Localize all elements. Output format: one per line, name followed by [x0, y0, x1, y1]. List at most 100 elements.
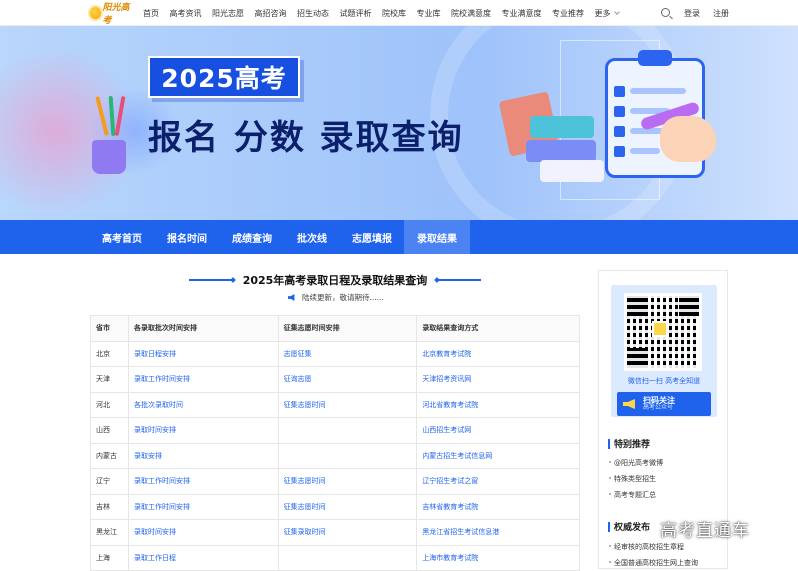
result-query-link[interactable]: 北京教育考试院: [416, 340, 580, 367]
nav-link-volunteer[interactable]: 阳光志愿: [212, 8, 244, 19]
search-icon[interactable]: [661, 8, 670, 17]
menu-item-volunteer-filling[interactable]: 志愿填报: [340, 220, 404, 254]
table-row: 上海 录取工作日程 上海市教育考试院: [90, 544, 580, 571]
province-cell: 北京: [90, 340, 129, 367]
batch-schedule-link[interactable]: 录取工作时间安排: [127, 366, 279, 393]
section-heading: 2025年高考录取日程及录取结果查询: [90, 272, 580, 288]
menu-item-batch-line[interactable]: 批次线: [284, 220, 340, 254]
column-header: 录取结果查询方式: [416, 315, 580, 342]
batch-schedule-link[interactable]: 录取工作时间安排: [127, 493, 279, 520]
nav-link-consult[interactable]: 高招咨询: [255, 8, 287, 19]
solicitation-schedule-link: [277, 442, 418, 469]
table-row: 山西 录取时间安排 山西招生考试网: [90, 417, 580, 444]
megaphone-icon: [623, 399, 635, 409]
recommend-link-weibo[interactable]: @阳光高考微博: [609, 458, 663, 468]
batch-schedule-link[interactable]: 录取时间安排: [127, 417, 279, 444]
nav-link-news[interactable]: 高考资讯: [170, 8, 202, 19]
batch-schedule-link[interactable]: 录取日程安排: [127, 340, 279, 367]
official-release-heading: 权威发布: [608, 520, 650, 533]
table-header-row: 省市 各录取批次时间安排 征集志愿时间安排 录取结果查询方式: [90, 315, 580, 342]
checkbox-icon: [614, 126, 625, 137]
heading-accent-bar: [608, 521, 610, 532]
menu-item-home[interactable]: 高考首页: [90, 220, 154, 254]
menu-item-admission-results[interactable]: 录取结果: [404, 220, 470, 254]
nav-link-major-recommend[interactable]: 专业推荐: [552, 8, 584, 19]
update-notice: 陆续更新，敬请期待......: [288, 292, 384, 303]
checkbox-icon: [614, 86, 625, 97]
follow-official-account-button[interactable]: 扫码关注 高考公众号: [617, 392, 711, 416]
clipboard-clip-icon: [638, 50, 672, 66]
table-row: 河北 各批次录取时间 征集志愿时间 河北省教育考试院: [90, 391, 580, 418]
solicitation-schedule-link[interactable]: 征集志愿时间: [277, 391, 418, 418]
table-row: 天津 录取工作时间安排 征询志愿 天津招考资讯网: [90, 366, 580, 393]
nav-link-admission-news[interactable]: 招生动态: [297, 8, 329, 19]
nav-link-schools[interactable]: 院校库: [382, 8, 406, 19]
heading-accent-bar: [608, 438, 610, 449]
result-query-link[interactable]: 上海市教育考试院: [416, 544, 580, 571]
province-cell: 辽宁: [90, 468, 129, 495]
result-query-link[interactable]: 黑龙江省招生考试信息港: [416, 519, 580, 546]
result-query-link[interactable]: 山西招生考试网: [416, 417, 580, 444]
logo-text: 阳光高考: [102, 3, 130, 26]
nav-more-menu[interactable]: 更多: [594, 8, 620, 19]
hand-illustration-icon: [660, 116, 716, 162]
province-cell: 黑龙江: [90, 519, 129, 546]
nav-link-exam-review[interactable]: 试题评析: [340, 8, 372, 19]
solicitation-schedule-link[interactable]: 志愿征集: [277, 340, 418, 367]
solicitation-schedule-link[interactable]: 征询志愿: [277, 366, 418, 393]
table-row: 辽宁 录取工作时间安排 征集志愿时间 辽宁招生考试之窗: [90, 468, 580, 495]
register-link[interactable]: 注册: [713, 8, 729, 19]
column-header: 征集志愿时间安排: [277, 315, 418, 342]
result-query-link[interactable]: 河北省教育考试院: [416, 391, 580, 418]
heading-text: 特别推荐: [614, 440, 651, 450]
solicitation-schedule-link[interactable]: 征集录取时间: [277, 519, 418, 546]
login-link[interactable]: 登录: [684, 8, 700, 19]
checkbox-icon: [614, 106, 625, 117]
batch-schedule-link[interactable]: 录取时间安排: [127, 519, 279, 546]
nav-link-home[interactable]: 首页: [143, 8, 159, 19]
province-cell: 吉林: [90, 493, 129, 520]
speaker-icon: [288, 294, 295, 301]
recommend-link-special-admission[interactable]: 特殊类型招生: [609, 474, 656, 484]
page-title: 2025年高考录取日程及录取结果查询: [242, 274, 428, 287]
solicitation-schedule-link: [277, 417, 418, 444]
title-decor-line: [188, 279, 231, 281]
banner-year-text: 2025高考: [161, 64, 287, 93]
result-query-link[interactable]: 内蒙古招生考试信息网: [416, 442, 580, 469]
pencil-cup-icon: [92, 140, 126, 174]
result-query-link[interactable]: 天津招考资讯网: [416, 366, 580, 393]
column-header: 省市: [90, 315, 129, 342]
release-link-charters[interactable]: 经审核的高校招生章程: [609, 542, 684, 552]
menu-item-registration-time[interactable]: 报名时间: [154, 220, 220, 254]
banner-year-tag: 2025高考: [148, 56, 300, 98]
batch-schedule-link[interactable]: 录取安排: [127, 442, 279, 469]
solicitation-schedule-link[interactable]: 征集志愿时间: [277, 468, 418, 495]
result-query-link[interactable]: 吉林省教育考试院: [416, 493, 580, 520]
heading-text: 权威发布: [614, 523, 651, 533]
nav-link-school-satisfaction[interactable]: 院校满意度: [451, 8, 491, 19]
nav-more-label: 更多: [594, 8, 611, 18]
sun-logo-icon: [90, 7, 101, 19]
release-link-online-query[interactable]: 全国普通高校招生网上查询: [609, 558, 698, 568]
batch-schedule-link[interactable]: 录取工作日程: [127, 544, 279, 571]
recommend-link-topics[interactable]: 高考专题汇总: [609, 490, 656, 500]
admission-schedule-table: 省市 各录取批次时间安排 征集志愿时间安排 录取结果查询方式 北京 录取日程安排…: [90, 315, 580, 571]
solicitation-schedule-link[interactable]: 征集志愿时间: [277, 493, 418, 520]
site-logo[interactable]: 阳光高考: [90, 3, 134, 26]
title-decor-dot: [229, 277, 236, 283]
nav-link-major-satisfaction[interactable]: 专业满意度: [502, 8, 542, 19]
province-cell: 山西: [90, 417, 129, 444]
batch-schedule-link[interactable]: 各批次录取时间: [127, 391, 279, 418]
table-row: 北京 录取日程安排 志愿征集 北京教育考试院: [90, 340, 580, 367]
table-row: 黑龙江 录取时间安排 征集录取时间 黑龙江省招生考试信息港: [90, 519, 580, 546]
nav-link-majors[interactable]: 专业库: [417, 8, 441, 19]
decor-line: [630, 88, 686, 94]
result-query-link[interactable]: 辽宁招生考试之窗: [416, 468, 580, 495]
table-row: 内蒙古 录取安排 内蒙古招生考试信息网: [90, 442, 580, 469]
qr-logo-icon: [652, 321, 668, 337]
table-row: 吉林 录取工作时间安排 征集志愿时间 吉林省教育考试院: [90, 493, 580, 520]
title-decor-line: [439, 279, 482, 281]
batch-schedule-link[interactable]: 录取工作时间安排: [127, 468, 279, 495]
notice-text: 陆续更新，敬请期待......: [302, 293, 384, 302]
menu-item-score-query[interactable]: 成绩查询: [220, 220, 284, 254]
